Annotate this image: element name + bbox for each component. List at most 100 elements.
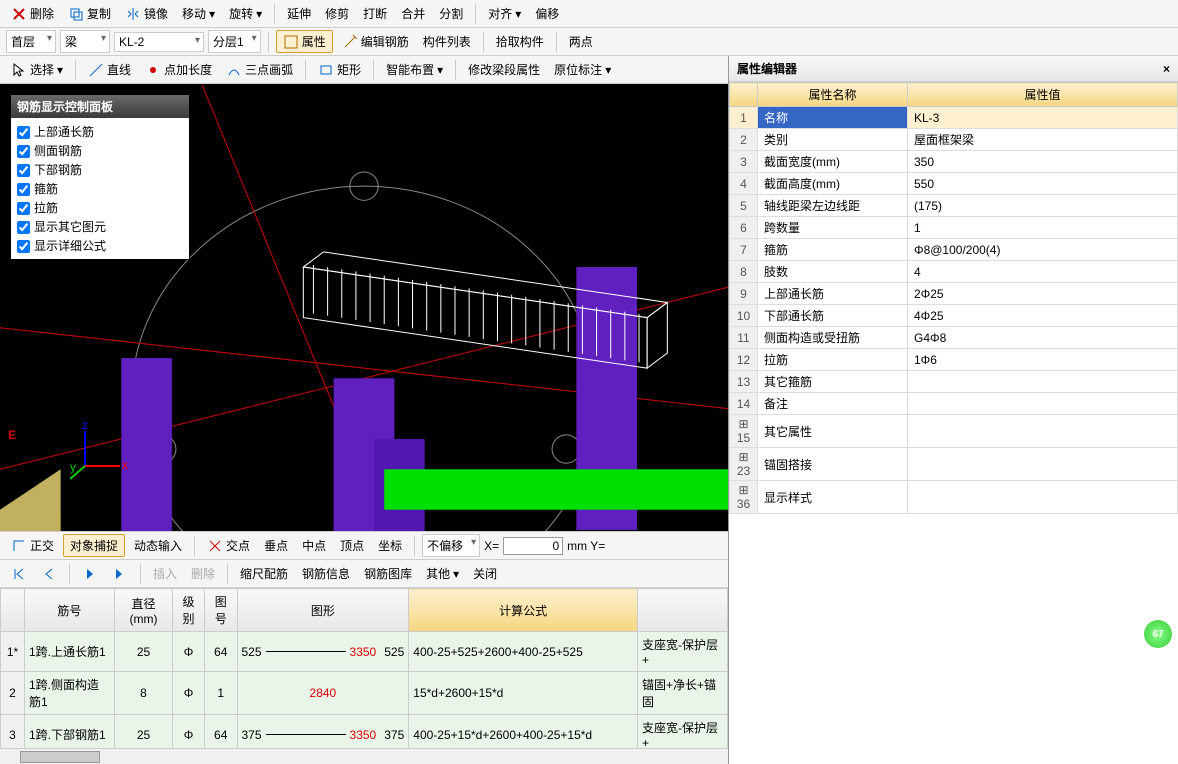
nav-next[interactable] (77, 564, 103, 584)
break-button[interactable]: 打断 (358, 3, 392, 24)
intersect-snap[interactable]: 交点 (202, 535, 255, 556)
axis-label-e: E (8, 428, 16, 442)
rebar-display-panel[interactable]: 钢筋显示控制面板 上部通长筋侧面钢筋下部钢筋箍筋拉筋显示其它图元显示详细公式 (10, 94, 190, 260)
insert-button[interactable]: 插入 (148, 563, 182, 584)
floor-dropdown[interactable]: 首层 (6, 30, 56, 53)
rebar-check-5[interactable]: 显示其它图元 (17, 217, 183, 236)
rebar-info-button[interactable]: 钢筋信息 (297, 563, 355, 584)
category-dropdown[interactable]: 梁 (60, 30, 110, 53)
close-button[interactable]: 关闭 (468, 563, 502, 584)
prop-row[interactable]: 9上部通长筋2Φ25 (730, 283, 1178, 305)
rebar-check-6[interactable]: 显示详细公式 (17, 236, 183, 255)
rebar-action-bar: 插入 删除 缩尺配筋 钢筋信息 钢筋图库 其他 ▾ 关闭 (0, 560, 728, 588)
delete-button[interactable]: 删除 (6, 3, 59, 24)
add-length-button[interactable]: 点加长度 (140, 59, 217, 80)
toolbar-edit: 删除 复制 镜像 移动 ▾ 旋转 ▾ 延伸 修剪 打断 合并 分割 对齐 ▾ 偏… (0, 0, 1178, 28)
mirror-icon (125, 6, 141, 22)
point-icon (145, 62, 161, 78)
rebar-row[interactable]: 21跨.侧面构造筋18Φ1284015*d+2600+15*d锚固+净长+锚固 (1, 672, 728, 715)
trim-button[interactable]: 修剪 (320, 3, 354, 24)
prop-row[interactable]: 3截面宽度(mm)350 (730, 151, 1178, 173)
prop-row[interactable]: 5轴线距梁左边线距(175) (730, 195, 1178, 217)
perp-snap[interactable]: 垂点 (259, 535, 293, 556)
prop-row[interactable]: 11侧面构造或受扭筋G4Φ8 (730, 327, 1178, 349)
rebar-check-4[interactable]: 拉筋 (17, 198, 183, 217)
rebar-row[interactable]: 31跨.下部钢筋125Φ643753350375400-25+15*d+2600… (1, 715, 728, 749)
offset-mode-dropdown[interactable]: 不偏移 (422, 534, 480, 557)
move-button[interactable]: 移动 ▾ (177, 3, 220, 24)
component-list-button[interactable]: 构件列表 (418, 31, 476, 52)
horizontal-scrollbar[interactable] (0, 748, 728, 764)
smart-layout-button[interactable]: 智能布置 ▾ (381, 59, 448, 80)
pick-component-button[interactable]: 拾取构件 (491, 31, 549, 52)
rebar-row[interactable]: 1*1跨.上通长筋125Φ645253350525400-25+525+2600… (1, 632, 728, 672)
rebar-check-2[interactable]: 下部钢筋 (17, 160, 183, 179)
rect-icon (318, 62, 334, 78)
prop-row[interactable]: 2类别屋面框架梁 (730, 129, 1178, 151)
orig-anno-button[interactable]: 原位标注 ▾ (549, 59, 616, 80)
prop-row[interactable]: 8肢数4 (730, 261, 1178, 283)
x-input[interactable] (503, 537, 563, 555)
line-button[interactable]: 直线 (83, 59, 136, 80)
toolbar-draw: 选择 ▾ 直线 点加长度 三点画弧 矩形 智能布置 ▾ 修改梁段属性 原位标注 … (0, 56, 728, 84)
nav-prev[interactable] (36, 564, 62, 584)
mirror-button[interactable]: 镜像 (120, 3, 173, 24)
align-button[interactable]: 对齐 ▾ (483, 3, 526, 24)
prop-row[interactable]: 12拉筋1Φ6 (730, 349, 1178, 371)
modify-beam-button[interactable]: 修改梁段属性 (463, 59, 545, 80)
viewport-3d[interactable]: 钢筋显示控制面板 上部通长筋侧面钢筋下部钢筋箍筋拉筋显示其它图元显示详细公式 (0, 84, 728, 531)
rebar-lib-button[interactable]: 钢筋图库 (359, 563, 417, 584)
split-button[interactable]: 分割 (434, 3, 468, 24)
prop-row[interactable]: 10下部通长筋4Φ25 (730, 305, 1178, 327)
prop-row[interactable]: 4截面高度(mm)550 (730, 173, 1178, 195)
delete-row-button[interactable]: 删除 (186, 563, 220, 584)
extend-button[interactable]: 延伸 (282, 3, 316, 24)
rebar-panel-title: 钢筋显示控制面板 (11, 95, 189, 118)
prop-row[interactable]: 13其它箍筋 (730, 371, 1178, 393)
rotate-button[interactable]: 旋转 ▾ (224, 3, 267, 24)
vertex-snap[interactable]: 顶点 (335, 535, 369, 556)
next-icon (82, 566, 98, 582)
merge-button[interactable]: 合并 (396, 3, 430, 24)
dyninput-toggle[interactable]: 动态输入 (129, 535, 187, 556)
ortho-toggle[interactable]: 正交 (6, 535, 59, 556)
property-table[interactable]: 属性名称 属性值 1名称KL-32类别屋面框架梁3截面宽度(mm)3504截面高… (729, 82, 1178, 514)
two-point-button[interactable]: 两点 (564, 31, 598, 52)
notification-badge[interactable]: 67 (1144, 620, 1172, 648)
last-icon (112, 566, 128, 582)
prop-row[interactable]: ⊞ 23锚固搭接 (730, 448, 1178, 481)
edit-rebar-button[interactable]: 编辑钢筋 (337, 31, 414, 52)
osnap-toggle[interactable]: 对象捕捉 (63, 534, 125, 557)
rebar-check-0[interactable]: 上部通长筋 (17, 122, 183, 141)
prop-close-icon[interactable]: × (1163, 62, 1170, 76)
nav-first[interactable] (6, 564, 32, 584)
offset-button[interactable]: 偏移 (530, 3, 564, 24)
other-button[interactable]: 其他 ▾ (421, 563, 464, 584)
component-dropdown[interactable]: KL-2 (114, 32, 204, 52)
prop-row[interactable]: 6跨数量1 (730, 217, 1178, 239)
rebar-check-3[interactable]: 箍筋 (17, 179, 183, 198)
select-button[interactable]: 选择 ▾ (6, 59, 68, 80)
prop-row[interactable]: 7箍筋Φ8@100/200(4) (730, 239, 1178, 261)
mid-snap[interactable]: 中点 (297, 535, 331, 556)
coord-snap[interactable]: 坐标 (373, 535, 407, 556)
copy-button[interactable]: 复制 (63, 3, 116, 24)
scale-rebar-button[interactable]: 缩尺配筋 (235, 563, 293, 584)
property-editor-header: 属性编辑器 × (729, 56, 1178, 82)
prop-row[interactable]: 14备注 (730, 393, 1178, 415)
rect-button[interactable]: 矩形 (313, 59, 366, 80)
rebar-check-1[interactable]: 侧面钢筋 (17, 141, 183, 160)
layer-dropdown[interactable]: 分层1 (208, 30, 261, 53)
prop-row[interactable]: 1名称KL-3 (730, 107, 1178, 129)
pencil-icon (342, 34, 358, 50)
line-icon (88, 62, 104, 78)
attrib-button[interactable]: 属性 (276, 30, 333, 53)
nav-last[interactable] (107, 564, 133, 584)
arc-button[interactable]: 三点画弧 (221, 59, 298, 80)
arc-icon (226, 62, 242, 78)
x-icon (11, 6, 27, 22)
rebar-grid[interactable]: 筋号 直径(mm) 级别 图号 图形 计算公式 1*1跨.上通长筋125Φ645… (0, 588, 728, 748)
prop-row[interactable]: ⊞ 36显示样式 (730, 481, 1178, 514)
prop-row[interactable]: ⊞ 15其它属性 (730, 415, 1178, 448)
x-label: X= (484, 539, 499, 553)
